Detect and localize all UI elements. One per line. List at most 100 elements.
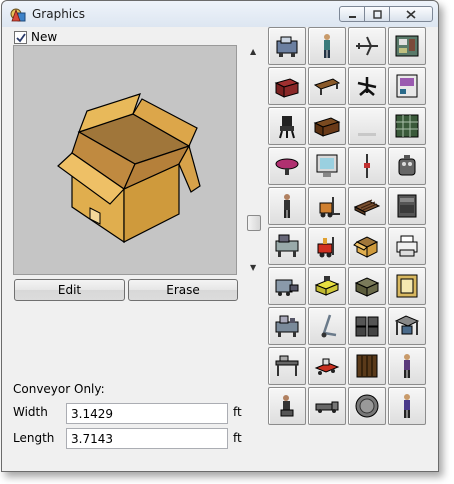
palette-tile[interactable] [388, 107, 426, 145]
close-button[interactable] [389, 6, 433, 22]
width-unit: ft [233, 405, 242, 419]
monitor-panel-icon [396, 74, 418, 98]
palette-tile[interactable] [308, 267, 346, 305]
palette-tile[interactable] [268, 227, 306, 265]
palette-tile[interactable] [268, 27, 306, 65]
new-checkbox-row[interactable]: New [14, 30, 57, 44]
graphic-preview[interactable] [13, 45, 237, 275]
work-cell-icon [394, 315, 420, 335]
window-title: Graphics [32, 7, 85, 21]
palette-tile[interactable] [388, 187, 426, 225]
palette-tile[interactable] [388, 347, 426, 385]
palette-tile[interactable] [308, 107, 346, 145]
truck-icon [315, 401, 339, 413]
palette-tile[interactable] [348, 187, 386, 225]
scrollbar-thumb[interactable] [247, 215, 261, 231]
blank-icon [358, 133, 376, 136]
palette-tile[interactable] [308, 187, 346, 225]
palette-tile[interactable] [388, 147, 426, 185]
palette-tile[interactable] [348, 227, 386, 265]
framed-box-icon [396, 274, 418, 298]
maximize-button[interactable] [364, 6, 390, 22]
new-checkbox[interactable] [14, 30, 27, 44]
edit-button[interactable]: Edit [14, 279, 125, 301]
palette-tile[interactable] [268, 67, 306, 105]
palette-tile[interactable] [268, 107, 306, 145]
robot-icon [398, 155, 416, 176]
palette-tile[interactable] [388, 307, 426, 345]
hand-truck-icon [321, 314, 337, 338]
conveyor-machine-icon [275, 279, 299, 296]
palette-tile[interactable] [308, 307, 346, 345]
table-icon [313, 78, 341, 95]
minimize-icon [348, 15, 356, 18]
palette-tile[interactable] [388, 267, 426, 305]
palette-tile[interactable] [348, 347, 386, 385]
palette-tile[interactable] [268, 267, 306, 305]
palette-tile[interactable] [348, 107, 386, 145]
erase-button[interactable]: Erase [128, 279, 238, 301]
workstation-icon [275, 234, 299, 257]
person-icon [324, 34, 330, 58]
control-panel-icon [395, 35, 419, 57]
palette-tile[interactable] [388, 27, 426, 65]
palette-tile[interactable] [348, 147, 386, 185]
palette-tile[interactable] [308, 67, 346, 105]
red-forklift-icon [317, 237, 334, 258]
length-input[interactable]: 3.7143 [66, 428, 228, 449]
barrels-icon [355, 316, 379, 337]
bench-icon [275, 355, 299, 376]
width-input[interactable]: 3.1429 [66, 403, 228, 424]
palette-tile[interactable] [388, 227, 426, 265]
palette-tile[interactable] [268, 307, 306, 345]
width-label: Width [13, 405, 48, 419]
length-label: Length [13, 431, 55, 445]
palette-tile[interactable] [348, 267, 386, 305]
office-chair-icon [279, 116, 295, 139]
maximize-icon [372, 9, 382, 19]
yellow-cart-icon [314, 276, 340, 296]
palette-tile[interactable] [348, 67, 386, 105]
assembly-machine-icon [275, 315, 299, 337]
palette-tile[interactable] [268, 147, 306, 185]
palette-tile[interactable] [388, 387, 426, 425]
worker-icon [284, 194, 290, 218]
pole-icon [364, 154, 370, 178]
palette-tile[interactable] [308, 387, 346, 425]
standing-worker-icon [404, 394, 410, 418]
palette-tile[interactable] [268, 187, 306, 225]
palette-tile[interactable] [308, 347, 346, 385]
round-table-icon [275, 158, 299, 175]
computer-monitor-icon [316, 154, 338, 177]
palette-tile[interactable] [308, 27, 346, 65]
machine-icon [276, 36, 298, 57]
checkmark-icon [16, 32, 26, 42]
crate-icon [356, 354, 378, 378]
seated-worker-icon [280, 395, 294, 417]
palette-tile[interactable] [268, 387, 306, 425]
preview-scrollbar[interactable]: ▲ ▼ [246, 45, 262, 275]
open-box-icon [57, 93, 201, 244]
chair-icon [357, 77, 377, 96]
cabinet-unit-icon [397, 194, 417, 218]
loaded-pallet-icon [354, 277, 380, 297]
palette-tile[interactable] [308, 227, 346, 265]
round-tank-icon [355, 394, 379, 418]
palette-tile[interactable] [268, 347, 306, 385]
storage-rack-icon [395, 114, 419, 138]
palette-tile[interactable] [348, 27, 386, 65]
palette-tile[interactable] [348, 307, 386, 345]
close-icon [406, 9, 416, 19]
airplane-icon [356, 36, 378, 56]
palette-tile[interactable] [308, 147, 346, 185]
title-bar[interactable]: Graphics [2, 1, 438, 27]
minimize-button[interactable] [339, 6, 365, 22]
conveyor-only-heading: Conveyor Only: [13, 382, 105, 396]
palette-tile[interactable] [388, 67, 426, 105]
new-checkbox-label: New [31, 30, 58, 44]
scroll-down-icon[interactable]: ▼ [250, 263, 256, 272]
app-icon [10, 8, 26, 22]
scroll-up-icon[interactable]: ▲ [250, 47, 256, 56]
length-unit: ft [233, 431, 242, 445]
palette-tile[interactable] [348, 387, 386, 425]
